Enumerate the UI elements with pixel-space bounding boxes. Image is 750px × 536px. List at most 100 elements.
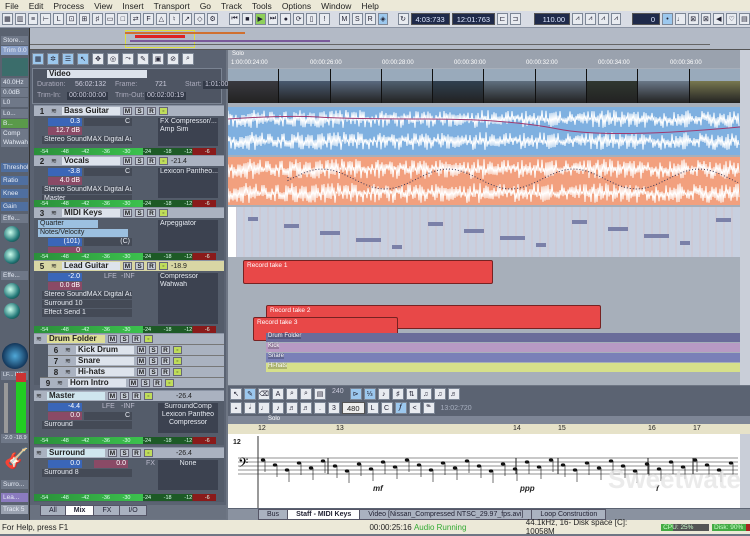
output-select[interactable]: Surro... <box>1 480 28 489</box>
track-record-button[interactable]: R <box>132 335 141 343</box>
tempo-icon[interactable]: ⩘ <box>572 13 583 25</box>
metronome-count-display[interactable]: 0 <box>632 13 661 25</box>
view-button[interactable]: ♯ <box>91 13 103 25</box>
eq-freq[interactable]: 40.0Hz <box>1 78 28 87</box>
pitch-icon[interactable]: ⇅ <box>405 388 418 400</box>
speaker-icon[interactable]: ◀ <box>713 13 725 25</box>
stop-icon[interactable]: ■ <box>241 13 253 25</box>
zoom-in-icon[interactable]: ⌕ <box>286 388 298 400</box>
output-select[interactable]: Stereo SoundMAX Digital Au <box>42 136 132 144</box>
eq-gain[interactable]: 0.0dB <box>1 88 28 97</box>
trim-field[interactable]: 4.0 dB <box>48 177 82 185</box>
fx-item[interactable]: SurroundComp <box>158 403 218 411</box>
trim-out-value[interactable]: 00:02:00:19 <box>145 92 186 100</box>
dynamic-ppp[interactable]: ppp <box>520 484 535 493</box>
view-button[interactable]: ⊢ <box>40 13 52 25</box>
pan-lr-field[interactable]: C <box>84 412 132 420</box>
send-pan-knob[interactable] <box>4 248 20 264</box>
track-solo-button[interactable]: S <box>149 346 158 354</box>
pedal-icon[interactable]: 𝆮 <box>422 402 435 414</box>
track-name[interactable]: Bass Guitar <box>62 107 120 115</box>
track-name[interactable]: Drum Folder <box>47 335 105 343</box>
view-button[interactable]: ▥ <box>14 13 26 25</box>
track-bass-guitar[interactable]: 1 ≋ Bass Guitar M S R ◦ 0.3 C 12.7 dB Stereo Sound… <box>34 105 224 155</box>
fx-bin[interactable]: None <box>158 460 218 490</box>
fill-icon[interactable]: ♫ <box>433 388 446 400</box>
beam-icon[interactable]: ♬ <box>447 388 460 400</box>
input-echo-button[interactable]: ◦ <box>144 392 153 400</box>
menu-go[interactable]: Go <box>195 1 216 11</box>
midi-note[interactable] <box>536 243 546 247</box>
pan-field[interactable]: C <box>84 118 132 126</box>
note[interactable] <box>356 462 362 466</box>
view-button[interactable]: ⚙ <box>207 13 219 25</box>
fx-item[interactable]: FX Compressor/... <box>158 118 218 126</box>
menu-options[interactable]: Options <box>277 1 316 11</box>
track-record-button[interactable]: R <box>161 346 170 354</box>
lane-clip[interactable]: Hi-hats <box>266 363 740 372</box>
track-solo-button[interactable]: S <box>120 392 129 400</box>
solo-all-button[interactable]: S <box>351 13 363 25</box>
video-thumbnail[interactable] <box>228 69 279 103</box>
staff-ruler[interactable]: 12 13 14 15 16 17 <box>228 424 750 434</box>
menu-tools[interactable]: Tools <box>247 1 277 11</box>
play-icon[interactable]: ▶ <box>254 13 266 25</box>
volume-field[interactable]: -4.4 <box>48 403 82 411</box>
track-record-button[interactable]: R <box>161 368 170 376</box>
fx-bin[interactable]: Lexicon Pantheo... <box>158 168 218 198</box>
dot-icon[interactable]: . <box>314 402 326 414</box>
track-mute-button[interactable]: M <box>123 262 132 270</box>
pan-field[interactable]: (C) <box>84 238 132 246</box>
fast-forward-icon[interactable]: ⏭ <box>267 13 279 25</box>
navigator-pane[interactable] <box>30 28 750 50</box>
quarter-note-icon[interactable]: ♩ <box>258 402 270 414</box>
folder-child[interactable]: 6 ≋ Kick Drum M S R ◦ <box>48 344 224 355</box>
grid-icon[interactable]: ▤ <box>314 388 326 400</box>
snap-icon[interactable]: ✲ <box>47 53 59 65</box>
param-ratio[interactable]: Ratio <box>1 176 28 185</box>
track-record-button[interactable]: R <box>147 262 156 270</box>
volume-field[interactable]: 0.3 <box>48 118 82 126</box>
volume-field[interactable]: -2.0 <box>48 273 82 281</box>
note[interactable] <box>572 468 578 472</box>
param-gain[interactable]: Gain <box>1 202 28 211</box>
loop-icon[interactable]: ↻ <box>397 13 409 25</box>
rewind-icon[interactable]: ⏮ <box>229 13 240 25</box>
view-button[interactable]: ⊡ <box>66 13 77 25</box>
input-echo-button[interactable]: ◦ <box>173 346 182 354</box>
eq-graph[interactable] <box>2 58 28 76</box>
meter-icon[interactable]: ⩘ <box>597 13 609 25</box>
snap-resolution[interactable]: 240 <box>328 388 348 400</box>
menu-file[interactable]: File <box>0 1 24 11</box>
mute-all-button[interactable]: M <box>339 13 350 25</box>
track-record-button[interactable]: R <box>147 157 156 165</box>
fx-item[interactable]: Compressor <box>158 419 218 427</box>
fx-bin[interactable]: Arpeggiator <box>158 220 218 251</box>
mix-tab-fx[interactable]: FX <box>93 505 121 516</box>
track-record-button[interactable]: R <box>147 107 156 115</box>
note[interactable] <box>608 459 614 463</box>
video-thumbnails[interactable] <box>228 69 740 103</box>
pan-field[interactable]: 0.0 <box>94 460 128 468</box>
monitor-icon[interactable]: ◈ <box>377 13 389 25</box>
track-name[interactable]: Kick Drum <box>76 346 134 354</box>
lyrics-icon[interactable]: L <box>366 402 379 414</box>
track-solo-button[interactable]: S <box>149 368 158 376</box>
volume-field[interactable]: -3.8 <box>48 168 82 176</box>
view-tab[interactable]: Staff - MIDI Keys <box>287 509 361 520</box>
input-echo-button[interactable]: ◦ <box>159 107 168 115</box>
note[interactable] <box>416 463 422 467</box>
lane-clip[interactable]: Drum Folder <box>266 333 740 342</box>
view-button[interactable]: ◇ <box>194 13 206 25</box>
input-echo-button[interactable]: ◦ <box>165 379 174 387</box>
sixteenth-note-icon[interactable]: ♬ <box>286 402 298 414</box>
track-record-button[interactable]: R <box>161 357 170 365</box>
menu-track[interactable]: Track <box>216 1 247 11</box>
transpose-icon[interactable]: ♯ <box>391 388 404 400</box>
midi-note[interactable] <box>572 220 587 224</box>
note[interactable] <box>344 469 350 473</box>
note[interactable] <box>320 459 326 463</box>
output-select[interactable]: Surround 8 <box>42 469 132 477</box>
input-echo-button[interactable]: ◦ <box>159 157 168 165</box>
note[interactable] <box>536 465 542 469</box>
